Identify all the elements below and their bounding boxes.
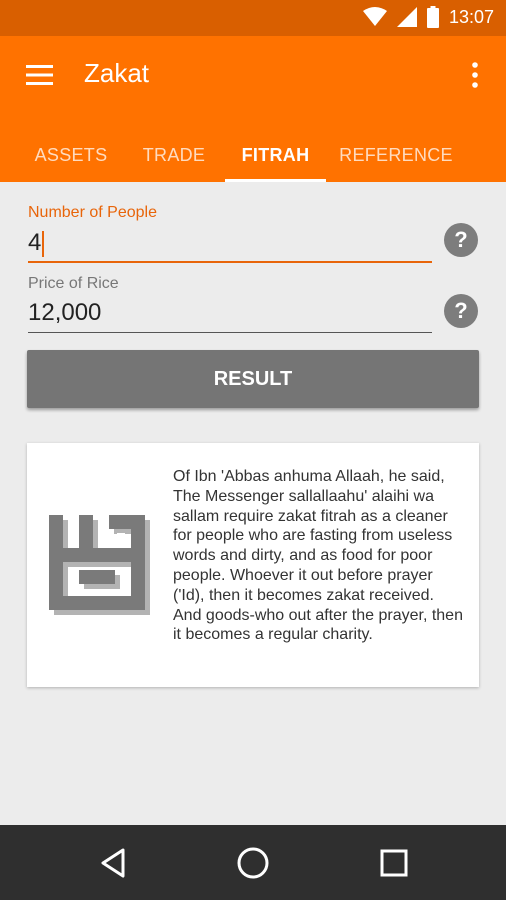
people-label: Number of People bbox=[28, 204, 157, 221]
rice-label: Price of Rice bbox=[28, 275, 119, 292]
battery-icon bbox=[426, 6, 439, 28]
people-input[interactable]: 4 bbox=[28, 229, 45, 257]
svg-text:?: ? bbox=[454, 298, 467, 323]
help-icon[interactable]: ? bbox=[444, 294, 478, 328]
wifi-icon bbox=[362, 7, 387, 26]
tab-indicator bbox=[225, 179, 326, 182]
tab-fitrah[interactable]: FITRAH bbox=[225, 128, 326, 182]
help-icon[interactable]: ? bbox=[444, 223, 478, 257]
recents-icon[interactable] bbox=[376, 845, 412, 881]
tab-trade[interactable]: TRADE bbox=[126, 128, 222, 182]
app-bar: Zakat ASSETS TRADE FITRAH REFERENCE bbox=[0, 36, 506, 182]
tab-reference[interactable]: REFERENCE bbox=[332, 128, 460, 182]
tab-assets[interactable]: ASSETS bbox=[22, 128, 120, 182]
people-value: 4 bbox=[28, 229, 42, 256]
cellular-signal-icon bbox=[396, 7, 417, 27]
rice-input[interactable]: 12,000 bbox=[28, 299, 101, 327]
text-cursor bbox=[42, 230, 45, 257]
tab-bar: ASSETS TRADE FITRAH REFERENCE bbox=[0, 128, 506, 182]
home-icon[interactable] bbox=[235, 845, 271, 881]
rice-underline bbox=[28, 332, 432, 333]
more-vert-icon[interactable] bbox=[470, 60, 480, 90]
kufic-calligraphy-icon bbox=[49, 515, 150, 615]
result-button[interactable]: RESULT bbox=[27, 350, 479, 408]
back-icon[interactable] bbox=[95, 845, 131, 881]
hadith-card: Of Ibn 'Abbas anhuma Allaah, he said, Th… bbox=[27, 443, 479, 687]
app-title: Zakat bbox=[84, 58, 150, 88]
navigation-bar bbox=[0, 825, 506, 900]
hadith-text: Of Ibn 'Abbas anhuma Allaah, he said, Th… bbox=[173, 468, 463, 644]
svg-text:?: ? bbox=[454, 227, 467, 252]
status-bar: 13:07 bbox=[0, 0, 506, 36]
hamburger-menu-icon[interactable] bbox=[26, 64, 54, 86]
people-underline bbox=[28, 261, 432, 263]
status-time: 13:07 bbox=[448, 6, 494, 27]
